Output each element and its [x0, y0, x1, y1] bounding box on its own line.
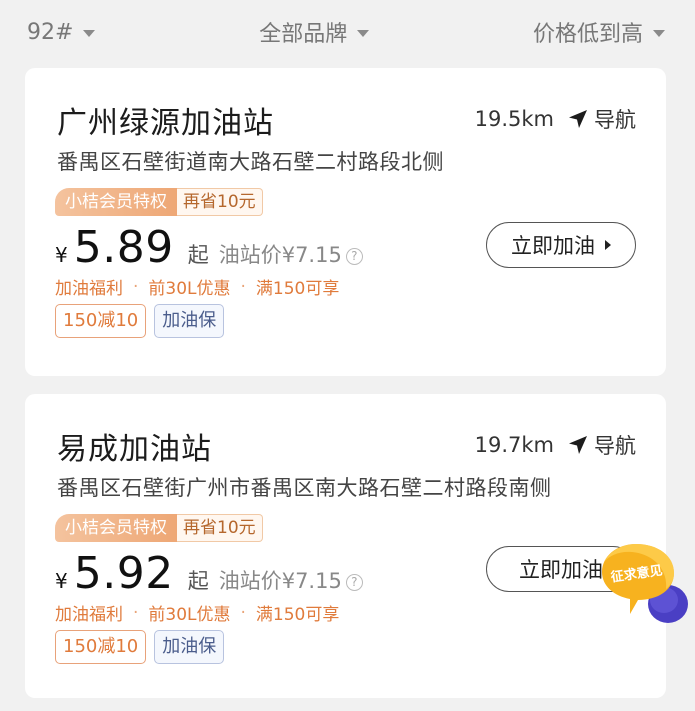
member-tag: 小桔会员特权 — [55, 514, 177, 542]
filter-bar: 92# 全部品牌 价格低到高 — [0, 0, 695, 64]
benefit-item: 前30L优惠 — [148, 279, 231, 299]
price-suffix: 起 — [187, 243, 209, 267]
separator-dot: · — [240, 276, 246, 297]
member-tag: 小桔会员特权 — [55, 188, 177, 216]
fuel-type-filter[interactable]: 92# — [27, 19, 96, 45]
navigate-button[interactable]: 导航 — [568, 430, 636, 460]
member-privilege: 小桔会员特权 再省10元 — [55, 188, 263, 216]
station-address: 番禺区石壁街道南大路石壁二村路段北侧 — [57, 150, 444, 174]
refuel-now-button[interactable]: 立即加油 — [486, 222, 636, 268]
discount-tag: 150减10 — [55, 304, 147, 338]
benefit-line: 加油福利 · 前30L优惠 · 满150可享 — [55, 274, 340, 300]
price-row: ¥ 5.89 起 油站价¥7.15 ? — [55, 222, 363, 273]
insurance-tag: 加油保 — [154, 630, 225, 664]
member-price: 5.92 — [73, 548, 174, 599]
insurance-tag: 加油保 — [154, 304, 225, 338]
benefit-title: 加油福利 — [55, 279, 123, 299]
station-name: 广州绿源加油站 — [57, 106, 274, 141]
feedback-button[interactable]: 征求意见 — [596, 540, 690, 630]
separator-dot: · — [133, 602, 139, 623]
sort-filter[interactable]: 价格低到高 — [533, 16, 665, 48]
navigate-label: 导航 — [594, 108, 636, 132]
benefit-item: 前30L优惠 — [148, 605, 231, 625]
help-icon[interactable]: ? — [345, 248, 363, 265]
separator-dot: · — [133, 276, 139, 297]
benefit-item: 满150可享 — [255, 279, 340, 299]
chevron-down-icon — [653, 29, 665, 37]
fuel-type-label: 92# — [27, 19, 74, 45]
refuel-now-label: 立即加油 — [511, 234, 595, 258]
save-tag: 再省10元 — [177, 188, 263, 216]
benefit-item: 满150可享 — [255, 605, 340, 625]
price-suffix: 起 — [187, 569, 209, 593]
station-card[interactable]: 易成加油站 19.7km 导航 番禺区石壁街广州市番禺区南大路石壁二村路段南侧 … — [25, 394, 666, 698]
price-row: ¥ 5.92 起 油站价¥7.15 ? — [55, 548, 363, 599]
station-name: 易成加油站 — [57, 432, 212, 467]
caret-right-icon — [605, 240, 611, 250]
currency-symbol: ¥ — [55, 569, 68, 593]
station-distance: 19.7km — [474, 433, 554, 457]
chevron-down-icon — [83, 29, 96, 37]
member-privilege: 小桔会员特权 再省10元 — [55, 514, 263, 542]
tag-list: 150减10 加油保 — [55, 304, 232, 338]
station-address: 番禺区石壁街广州市番禺区南大路石壁二村路段南侧 — [57, 476, 552, 500]
feedback-bubble-icon: 征求意见 — [602, 544, 688, 623]
navigate-label: 导航 — [594, 434, 636, 458]
tag-list: 150减10 加油保 — [55, 630, 232, 664]
member-price: 5.89 — [73, 222, 174, 273]
brand-label: 全部品牌 — [259, 22, 348, 47]
chevron-down-icon — [357, 29, 370, 37]
refuel-now-label: 立即加油 — [519, 558, 603, 582]
station-price: 油站价¥7.15 — [218, 569, 342, 593]
navigation-arrow-icon — [569, 436, 587, 454]
discount-tag: 150减10 — [55, 630, 147, 664]
distance-nav: 19.5km 导航 — [475, 104, 636, 134]
station-price: 油站价¥7.15 — [218, 243, 342, 267]
currency-symbol: ¥ — [55, 243, 68, 267]
separator-dot: · — [240, 602, 246, 623]
save-tag: 再省10元 — [177, 514, 263, 542]
sort-label: 价格低到高 — [532, 22, 643, 47]
navigation-arrow-icon — [569, 110, 587, 128]
station-distance: 19.5km — [474, 107, 554, 131]
benefit-line: 加油福利 · 前30L优惠 · 满150可享 — [55, 600, 340, 626]
distance-nav: 19.7km 导航 — [475, 430, 636, 460]
station-card[interactable]: 广州绿源加油站 19.5km 导航 番禺区石壁街道南大路石壁二村路段北侧 小桔会… — [25, 68, 666, 376]
benefit-title: 加油福利 — [55, 605, 123, 625]
navigate-button[interactable]: 导航 — [568, 104, 636, 134]
brand-filter[interactable]: 全部品牌 — [259, 16, 370, 48]
help-icon[interactable]: ? — [345, 574, 363, 591]
